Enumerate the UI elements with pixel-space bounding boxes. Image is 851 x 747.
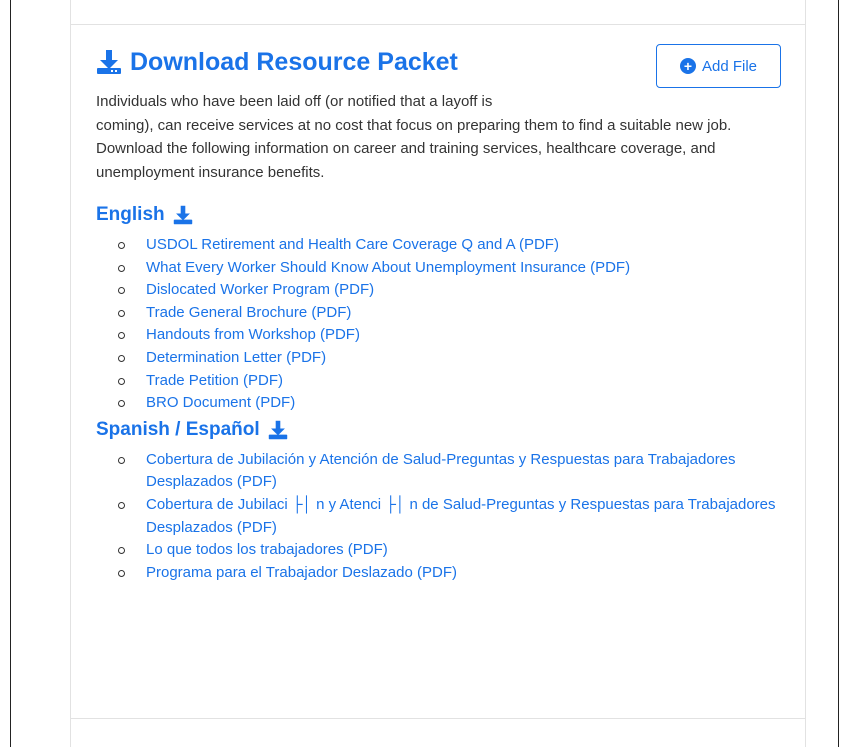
spanish-link-cobertura-jubilacion-alt[interactable]: Cobertura de Jubilaci ├│ n y Atenci ├│ n… (146, 496, 776, 536)
list-item: BRO Document (PDF) (118, 392, 786, 415)
english-heading[interactable]: English (96, 202, 786, 228)
download-icon (97, 50, 121, 74)
list-item: Trade Petition (PDF) (118, 370, 786, 393)
english-link-trade-petition[interactable]: Trade Petition (PDF) (146, 372, 283, 389)
english-link-list: USDOL Retirement and Health Care Coverag… (96, 234, 786, 415)
resource-description: Individuals who have been laid off (or n… (96, 90, 776, 184)
list-item: Determination Letter (PDF) (118, 347, 786, 370)
list-item: USDOL Retirement and Health Care Coverag… (118, 234, 786, 257)
card-divider-bottom (70, 718, 806, 719)
spanish-link-programa-trabajador[interactable]: Programa para el Trabajador Deslazado (P… (146, 564, 457, 581)
plus-circle-icon: + (679, 58, 696, 74)
spanish-heading-text: Spanish / Español (96, 418, 260, 440)
spanish-heading[interactable]: Spanish / Español (96, 417, 786, 443)
list-item: Handouts from Workshop (PDF) (118, 324, 786, 347)
spanish-link-lo-que-todos[interactable]: Lo que todos los trabajadores (PDF) (146, 541, 388, 558)
english-heading-text: English (96, 204, 165, 225)
english-link-retirement-health-qa[interactable]: USDOL Retirement and Health Care Coverag… (146, 236, 559, 253)
english-link-trade-brochure[interactable]: Trade General Brochure (PDF) (146, 304, 351, 321)
download-icon (268, 420, 287, 439)
english-link-dislocated-worker[interactable]: Dislocated Worker Program (PDF) (146, 281, 374, 298)
english-link-unemployment-insurance[interactable]: What Every Worker Should Know About Unem… (146, 259, 630, 276)
list-item: Cobertura de Jubilaci ├│ n y Atenci ├│ n… (118, 494, 786, 539)
english-link-workshop-handouts[interactable]: Handouts from Workshop (PDF) (146, 326, 360, 343)
spanish-link-list: Cobertura de Jubilación y Atención de Sa… (96, 449, 786, 585)
add-file-button[interactable]: + Add File (656, 44, 781, 88)
list-item: Cobertura de Jubilación y Atención de Sa… (118, 449, 786, 494)
list-item: Trade General Brochure (PDF) (118, 302, 786, 325)
card-divider-top (70, 24, 806, 25)
list-item: Programa para el Trabajador Deslazado (P… (118, 562, 786, 585)
list-item: What Every Worker Should Know About Unem… (118, 257, 786, 280)
description-rest: coming), can receive services at no cost… (96, 116, 732, 181)
resource-packet-section: Download Resource Packet + Add File Indi… (96, 44, 786, 584)
english-link-determination-letter[interactable]: Determination Letter (PDF) (146, 349, 326, 366)
description-line1: Individuals who have been laid off (or n… (96, 93, 493, 110)
download-icon (173, 205, 192, 225)
spanish-link-cobertura-jubilacion[interactable]: Cobertura de Jubilación y Atención de Sa… (146, 451, 736, 491)
title-text: Download Resource Packet (130, 47, 458, 76)
list-item: Dislocated Worker Program (PDF) (118, 279, 786, 302)
list-item: Lo que todos los trabajadores (PDF) (118, 539, 786, 562)
english-link-bro-document[interactable]: BRO Document (PDF) (146, 394, 295, 411)
add-file-label: Add File (701, 57, 758, 75)
